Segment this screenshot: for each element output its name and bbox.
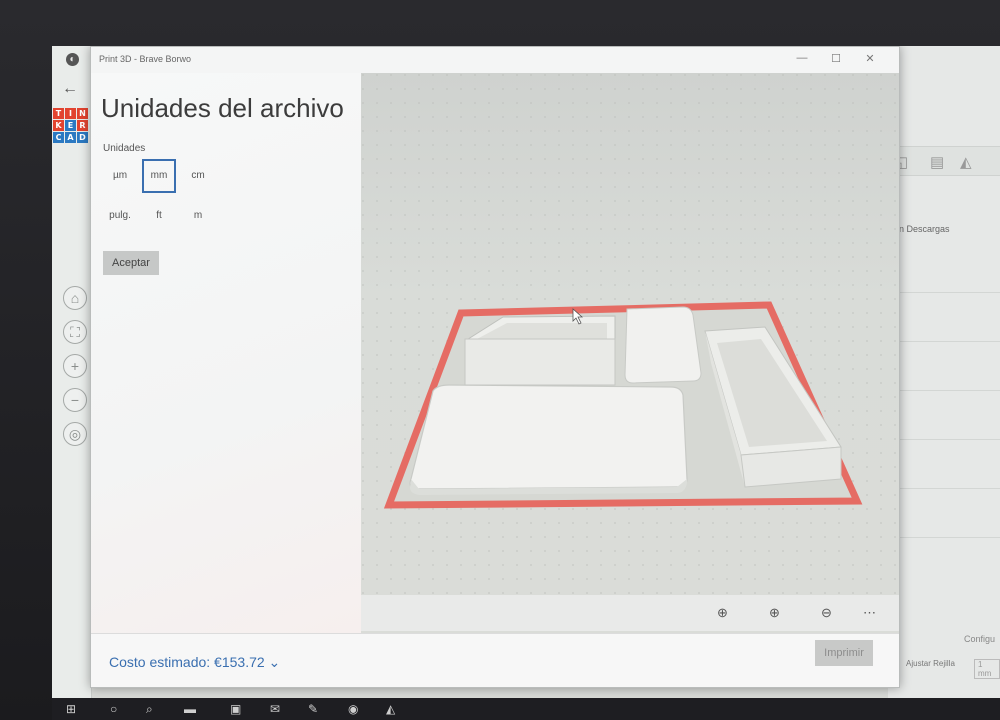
start-icon[interactable]: ⊞ bbox=[66, 702, 76, 716]
model-base-plate bbox=[409, 384, 688, 490]
logo-letter: A bbox=[65, 132, 76, 143]
recenter-icon[interactable]: ⊕ bbox=[717, 605, 728, 621]
unit-option-cm[interactable]: cm bbox=[181, 159, 215, 193]
logo-letter: I bbox=[65, 108, 76, 119]
unit-option-ft[interactable]: ft bbox=[142, 199, 176, 233]
accept-button[interactable]: Aceptar bbox=[103, 251, 159, 275]
back-arrow-icon[interactable]: ← bbox=[62, 80, 78, 98]
print3d-taskbar-icon[interactable]: ◭ bbox=[386, 702, 395, 716]
view-cube-icon[interactable]: ◎ bbox=[63, 422, 87, 446]
unit-option-m[interactable]: m bbox=[181, 199, 215, 233]
model-small-plate bbox=[624, 306, 702, 384]
background-app-toolbar: ◱ ▤ ◭ bbox=[888, 146, 1000, 176]
units-panel: Unidades del archivo Unidades µm mm cm p… bbox=[91, 73, 363, 633]
estimated-cost-dropdown[interactable]: Costo estimado: €153.72 ⌄ bbox=[109, 654, 280, 671]
file-explorer-icon[interactable]: ▬ bbox=[184, 702, 196, 716]
tinkercad-logo[interactable]: T I N K E R C A D bbox=[53, 108, 88, 143]
background-list bbox=[888, 244, 1000, 564]
chevron-down-icon: ⌄ bbox=[268, 654, 281, 670]
zoom-out-icon[interactable]: − bbox=[63, 388, 87, 412]
snap-grid-label: Ajustar Rejilla bbox=[906, 659, 955, 668]
model-open-box-front bbox=[464, 338, 616, 386]
zoom-out-icon[interactable]: ⊖ bbox=[821, 605, 832, 621]
maximize-button[interactable]: ☐ bbox=[829, 52, 843, 65]
print-button[interactable]: Imprimir bbox=[815, 640, 873, 666]
logo-letter: T bbox=[53, 108, 64, 119]
print3d-window: Print 3D - Brave Borwo — ☐ ✕ Unidades de… bbox=[90, 46, 900, 688]
zoom-in-icon[interactable]: + bbox=[63, 354, 87, 378]
logo-letter: K bbox=[53, 120, 64, 131]
window-title: Print 3D - Brave Borwo bbox=[99, 54, 192, 64]
logo-letter: N bbox=[77, 108, 88, 119]
estimated-cost-text: Costo estimado: €153.72 bbox=[109, 654, 265, 670]
zoom-in-icon[interactable]: ⊕ bbox=[769, 605, 780, 621]
settings-label[interactable]: Configu bbox=[964, 634, 995, 644]
3d-scene bbox=[361, 73, 899, 633]
more-options-icon[interactable]: ⋯ bbox=[863, 605, 876, 621]
snap-grid-value[interactable]: 1 mm bbox=[974, 659, 1000, 679]
taskbar: ⊞ ○ ⌕ ▬ ▣ ✉ ✎ ◉ ◭ bbox=[52, 698, 1000, 720]
mirror-tool-icon[interactable]: ◭ bbox=[960, 153, 972, 171]
viewport-toolbar: ⊕ ⊕ ⊖ ⋯ bbox=[361, 595, 899, 631]
3d-viewport[interactable] bbox=[361, 73, 899, 633]
units-label: Unidades bbox=[103, 143, 146, 154]
page-title: Unidades del archivo bbox=[101, 93, 344, 123]
fit-view-icon[interactable]: ⛶ bbox=[63, 320, 87, 344]
background-app-sidebar: ◐ ← T I N K E R C A D ⌂ ⛶ + − ◎ bbox=[52, 46, 92, 698]
paint-icon[interactable]: ✎ bbox=[308, 702, 318, 716]
downloads-label: en Descargas bbox=[894, 224, 950, 234]
minimize-button[interactable]: — bbox=[795, 52, 809, 64]
globe-icon[interactable]: ◐ bbox=[66, 53, 79, 66]
logo-letter: R bbox=[77, 120, 88, 131]
close-button[interactable]: ✕ bbox=[863, 52, 877, 65]
search-icon[interactable]: ⌕ bbox=[146, 702, 153, 717]
unit-option-um[interactable]: µm bbox=[103, 159, 137, 193]
mail-icon[interactable]: ✉ bbox=[270, 702, 280, 716]
align-tool-icon[interactable]: ▤ bbox=[930, 153, 944, 171]
unit-option-mm[interactable]: mm bbox=[142, 159, 176, 193]
unit-option-inch[interactable]: pulg. bbox=[103, 199, 137, 233]
home-view-icon[interactable]: ⌂ bbox=[63, 286, 87, 310]
logo-letter: D bbox=[77, 132, 88, 143]
window-footer: Costo estimado: €153.72 ⌄ Imprimir bbox=[91, 633, 899, 687]
store-icon[interactable]: ▣ bbox=[230, 702, 241, 716]
window-titlebar: Print 3D - Brave Borwo — ☐ ✕ bbox=[91, 47, 899, 73]
logo-letter: C bbox=[53, 132, 64, 143]
chrome-icon[interactable]: ◉ bbox=[348, 702, 358, 716]
logo-letter: E bbox=[65, 120, 76, 131]
cortana-icon[interactable]: ○ bbox=[110, 702, 117, 716]
screen: ◐ ← T I N K E R C A D ⌂ ⛶ + − ◎ ◱ ▤ ◭ en… bbox=[52, 46, 1000, 698]
